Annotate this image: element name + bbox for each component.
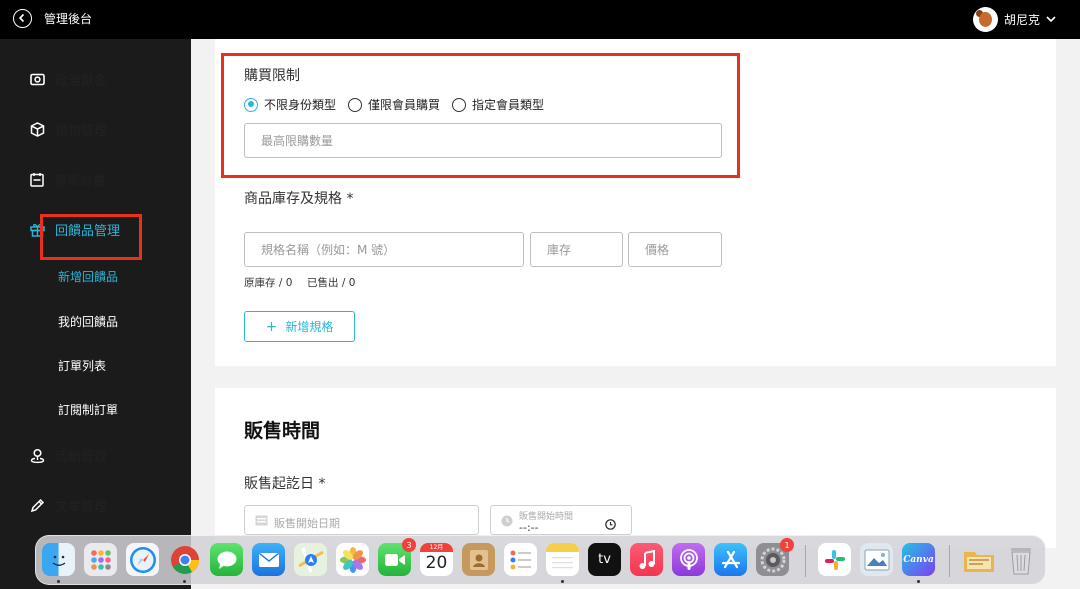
- chevron-down-icon: [1046, 15, 1056, 22]
- pen-icon: [30, 498, 45, 513]
- sidebar-item-label: 文章管理: [55, 500, 108, 515]
- canva-icon[interactable]: Canva: [902, 543, 935, 576]
- contacts-icon[interactable]: [462, 543, 495, 576]
- safari-icon[interactable]: [126, 543, 159, 576]
- apple-tv-icon[interactable]: tv: [588, 543, 621, 576]
- downloads-folder-icon[interactable]: [962, 543, 995, 576]
- radio-no-restriction[interactable]: 不限身份類型: [244, 96, 336, 113]
- running-indicator: [561, 580, 564, 583]
- sidebar-item-label: 捐物管理: [55, 124, 108, 139]
- radio-icon: [452, 97, 467, 112]
- photos-icon[interactable]: [336, 543, 369, 576]
- notes-icon[interactable]: [546, 543, 579, 576]
- camera-icon: [30, 73, 45, 86]
- notification-badge: 3: [402, 538, 416, 552]
- sidebar-item-articles[interactable]: 文章管理: [30, 496, 107, 515]
- time-picker-icon: [605, 519, 616, 530]
- launchpad-icon[interactable]: [84, 543, 117, 576]
- maps-icon[interactable]: [294, 543, 327, 576]
- chevron-left-icon: [18, 13, 25, 23]
- calendar-icon: [30, 173, 44, 187]
- chrome-icon[interactable]: [168, 543, 201, 576]
- dock: 3 12月 20 tv 1 Canva: [35, 535, 1046, 585]
- spec-name-input[interactable]: 規格名稱（例如：M 號）: [244, 232, 524, 267]
- user-menu[interactable]: 胡尼克: [972, 5, 1056, 33]
- original-stock-text: 原庫存 / 0: [244, 277, 293, 289]
- mail-icon[interactable]: [252, 543, 285, 576]
- max-quantity-input[interactable]: 最高限購數量: [244, 123, 722, 158]
- purchase-limit-options: 不限身份類型 僅限會員購買 指定會員類型: [244, 96, 556, 113]
- sidebar-item-goods[interactable]: 捐物管理: [30, 120, 107, 139]
- calendar-icon: [255, 515, 268, 526]
- app-title: 管理後台: [44, 12, 93, 26]
- sidebar-subitem-my-rewards[interactable]: 我的回饋品: [58, 313, 118, 330]
- sidebar-item-events[interactable]: 活動管理: [30, 446, 107, 465]
- highlight-box: [40, 214, 142, 260]
- price-input[interactable]: 價格: [628, 232, 722, 267]
- box-icon: [30, 122, 45, 137]
- sidebar-item-label: 專案計畫: [54, 174, 107, 189]
- user-name: 胡尼克: [1003, 12, 1040, 27]
- sidebar-subitem-orders[interactable]: 訂單列表: [58, 357, 106, 374]
- radio-icon: [348, 97, 363, 112]
- dock-separator: [949, 545, 950, 577]
- trash-icon[interactable]: [1004, 543, 1037, 576]
- clock-icon: [501, 515, 513, 527]
- sidebar-item-label: 政治獻金: [55, 74, 108, 89]
- preview-icon[interactable]: [860, 543, 893, 576]
- sidebar-subitem-add-reward[interactable]: 新增回饋品: [58, 268, 118, 285]
- inventory-label: 商品庫存及規格 *: [244, 191, 354, 207]
- radio-specific-member-type[interactable]: 指定會員類型: [452, 96, 544, 113]
- radio-members-only[interactable]: 僅限會員購買: [348, 96, 440, 113]
- dock-separator: [805, 545, 806, 577]
- add-spec-button[interactable]: + 新增規格: [244, 311, 355, 342]
- start-time-input[interactable]: 販售開始時間 --:--: [490, 505, 632, 535]
- music-icon[interactable]: [630, 543, 663, 576]
- avatar: [972, 6, 998, 32]
- sidebar-item-projects[interactable]: 專案計畫: [30, 170, 106, 189]
- sold-count-text: 已售出 / 0: [307, 277, 356, 289]
- notification-badge: 1: [780, 538, 794, 552]
- app-store-icon[interactable]: [714, 543, 747, 576]
- running-indicator: [183, 580, 186, 583]
- sidebar-item-donation[interactable]: 政治獻金: [30, 70, 107, 89]
- sale-date-label: 販售起訖日 *: [244, 476, 326, 492]
- facetime-icon[interactable]: 3: [378, 538, 416, 576]
- top-bar: 管理後台 胡尼克: [0, 0, 1080, 39]
- radio-selected-icon: [244, 97, 258, 112]
- running-indicator: [57, 580, 60, 583]
- start-date-input[interactable]: 販售開始日期: [244, 505, 479, 535]
- plus-icon: +: [265, 318, 278, 335]
- finder-icon[interactable]: [42, 543, 75, 576]
- location-pin-icon: [30, 448, 45, 463]
- stock-input[interactable]: 庫存: [530, 232, 623, 267]
- sidebar-subitem-subscription-orders[interactable]: 訂閱制訂單: [58, 401, 118, 418]
- sale-time-title: 販售時間: [244, 420, 321, 442]
- running-indicator: [917, 580, 920, 583]
- podcasts-icon[interactable]: [672, 543, 705, 576]
- back-button[interactable]: [13, 9, 32, 28]
- reminders-icon[interactable]: [504, 543, 537, 576]
- sidebar-item-label: 活動管理: [55, 450, 108, 465]
- purchase-limit-label: 購買限制: [244, 68, 300, 84]
- slack-icon[interactable]: [818, 543, 851, 576]
- system-settings-icon[interactable]: 1: [756, 538, 794, 576]
- calendar-app-icon[interactable]: 12月 20: [420, 543, 453, 576]
- messages-icon[interactable]: [210, 543, 243, 576]
